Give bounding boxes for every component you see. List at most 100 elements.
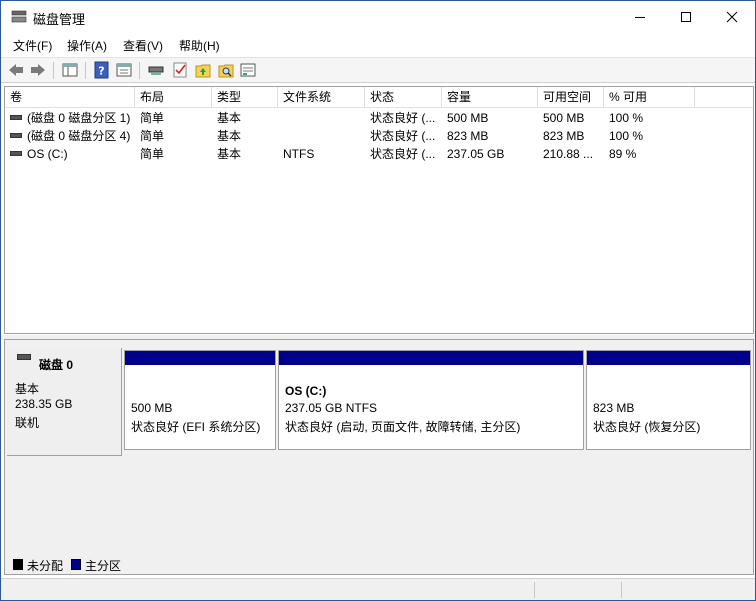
cell-free-space: 210.88 ... bbox=[543, 147, 594, 161]
column-header-type[interactable]: 类型 bbox=[212, 87, 278, 108]
cell-layout: 简单 bbox=[140, 111, 165, 125]
toolbar-separator bbox=[53, 62, 54, 79]
partition-size: 237.05 GB NTFS bbox=[285, 401, 378, 415]
legend-swatch-unallocated bbox=[13, 559, 23, 570]
partition-os-c[interactable]: OS (C:) 237.05 GB NTFS 状态良好 (启动, 页面文件, 故… bbox=[278, 350, 584, 450]
partition-status: 状态良好 (恢复分区) bbox=[593, 420, 701, 434]
menu-view[interactable]: 查看(V) bbox=[123, 37, 163, 54]
connect-drive-icon[interactable] bbox=[147, 61, 165, 79]
menu-bar: 文件(F) 操作(A) 查看(V) 帮助(H) bbox=[1, 34, 755, 56]
menu-action[interactable]: 操作(A) bbox=[67, 37, 107, 54]
column-header-percent-free[interactable]: % 可用 bbox=[604, 87, 695, 108]
volume-name: (磁盘 0 磁盘分区 4) bbox=[27, 129, 131, 143]
close-button[interactable] bbox=[709, 1, 755, 33]
maximize-icon bbox=[681, 12, 691, 22]
partition-recovery[interactable]: 823 MB 状态良好 (恢复分区) bbox=[586, 350, 751, 450]
partition-bar bbox=[587, 351, 750, 365]
properties-icon[interactable] bbox=[115, 61, 133, 79]
menu-help[interactable]: 帮助(H) bbox=[179, 37, 220, 54]
partition-size: 823 MB bbox=[593, 401, 635, 415]
drive-icon bbox=[10, 133, 22, 139]
cell-status: 状态良好 (... bbox=[370, 129, 436, 143]
cell-filesystem bbox=[278, 127, 365, 145]
toolbar-separator bbox=[85, 62, 86, 79]
cell-type: 基本 bbox=[217, 147, 242, 161]
cell-capacity: 237.05 GB bbox=[447, 147, 505, 161]
menu-file[interactable]: 文件(F) bbox=[13, 37, 52, 54]
cell-capacity: 823 MB bbox=[447, 129, 489, 143]
partition-status: 状态良好 (启动, 页面文件, 故障转储, 主分区) bbox=[285, 420, 521, 434]
legend-swatch-primary bbox=[71, 559, 81, 570]
cell-layout: 简单 bbox=[140, 129, 165, 143]
disk-name: 磁盘 0 bbox=[39, 358, 74, 372]
volume-name: OS (C:) bbox=[27, 147, 68, 161]
folder-up-icon[interactable] bbox=[194, 61, 212, 79]
disk-0-label[interactable]: 磁盘 0 基本 238.35 GB 联机 bbox=[7, 348, 122, 456]
cell-filesystem bbox=[278, 109, 365, 127]
status-bar bbox=[1, 578, 755, 600]
drive-icon bbox=[10, 151, 22, 157]
cell-filesystem: NTFS bbox=[283, 147, 315, 161]
table-row[interactable]: OS (C:) 简单 基本 NTFS 状态良好 (... 237.05 GB 2… bbox=[5, 145, 753, 163]
minimize-button[interactable] bbox=[617, 1, 663, 33]
toolbar: ? bbox=[1, 57, 755, 83]
forward-arrow-icon[interactable] bbox=[29, 61, 47, 79]
search-folder-icon[interactable] bbox=[217, 61, 235, 79]
column-header-status[interactable]: 状态 bbox=[365, 87, 442, 108]
cell-layout: 简单 bbox=[140, 147, 165, 161]
minimize-icon bbox=[635, 17, 645, 18]
disk-map-pane: 磁盘 0 基本 238.35 GB 联机 500 MB 状态良好 (EFI 系统… bbox=[4, 339, 754, 575]
volume-list: 卷 布局 类型 文件系统 状态 容量 可用空间 % 可用 (磁盘 0 磁盘分区 … bbox=[4, 86, 754, 334]
svg-text:?: ? bbox=[98, 65, 104, 78]
column-header-layout[interactable]: 布局 bbox=[135, 87, 212, 108]
cell-volume: OS (C:) bbox=[5, 145, 135, 163]
disk-state: 联机 bbox=[15, 416, 40, 430]
status-separator bbox=[534, 582, 535, 598]
partition-size: 500 MB bbox=[131, 401, 173, 415]
column-header-filesystem[interactable]: 文件系统 bbox=[278, 87, 365, 108]
drive-icon bbox=[10, 115, 22, 121]
cell-volume: (磁盘 0 磁盘分区 4) bbox=[5, 127, 135, 145]
legend-label-primary: 主分区 bbox=[85, 559, 122, 573]
partition-bar bbox=[125, 351, 275, 365]
cell-percent-free: 100 % bbox=[609, 111, 644, 125]
partition-title: OS (C:) bbox=[285, 384, 327, 398]
cell-status: 状态良好 (... bbox=[370, 111, 436, 125]
table-row[interactable]: (磁盘 0 磁盘分区 4) 简单 基本 状态良好 (... 823 MB 823… bbox=[5, 127, 753, 145]
disk-management-app-icon bbox=[11, 10, 27, 23]
maximize-button[interactable] bbox=[663, 1, 709, 33]
close-icon bbox=[726, 11, 738, 23]
cell-percent-free: 89 % bbox=[609, 147, 637, 161]
partition-efi[interactable]: 500 MB 状态良好 (EFI 系统分区) bbox=[124, 350, 276, 450]
cell-free-space: 823 MB bbox=[543, 129, 585, 143]
toolbar-separator bbox=[139, 62, 140, 79]
help-icon[interactable]: ? bbox=[93, 61, 111, 79]
cell-status: 状态良好 (... bbox=[370, 147, 436, 161]
cell-percent-free: 100 % bbox=[609, 129, 644, 143]
back-arrow-icon[interactable] bbox=[7, 61, 25, 79]
cell-capacity: 500 MB bbox=[447, 111, 489, 125]
cell-volume: (磁盘 0 磁盘分区 1) bbox=[5, 109, 135, 127]
table-row[interactable]: (磁盘 0 磁盘分区 1) 简单 基本 状态良好 (... 500 MB 500… bbox=[5, 109, 753, 127]
title-bar: 磁盘管理 bbox=[1, 1, 755, 33]
window-title: 磁盘管理 bbox=[33, 12, 86, 27]
column-header-free-space[interactable]: 可用空间 bbox=[538, 87, 604, 108]
volume-list-header: 卷 布局 类型 文件系统 状态 容量 可用空间 % 可用 bbox=[5, 87, 753, 108]
volume-name: (磁盘 0 磁盘分区 1) bbox=[27, 111, 131, 125]
column-header-capacity[interactable]: 容量 bbox=[442, 87, 538, 108]
cell-free-space: 500 MB bbox=[543, 111, 585, 125]
partition-bar bbox=[279, 351, 583, 365]
disk-size: 238.35 GB bbox=[15, 397, 73, 411]
cell-type: 基本 bbox=[217, 129, 242, 143]
volume-list-icon[interactable] bbox=[239, 61, 257, 79]
legend-label-unallocated: 未分配 bbox=[27, 559, 64, 573]
status-separator bbox=[621, 582, 622, 598]
disk-type: 基本 bbox=[15, 382, 40, 396]
disk-icon bbox=[17, 354, 31, 360]
cell-type: 基本 bbox=[217, 111, 242, 125]
check-icon[interactable] bbox=[171, 61, 189, 79]
disk-management-window: 磁盘管理 文件(F) 操作(A) 查看(V) 帮助(H) ? 卷 布局 类型 文… bbox=[0, 0, 756, 601]
column-header-volume[interactable]: 卷 bbox=[5, 87, 135, 108]
partition-status: 状态良好 (EFI 系统分区) bbox=[131, 420, 261, 434]
console-tree-icon[interactable] bbox=[61, 61, 79, 79]
